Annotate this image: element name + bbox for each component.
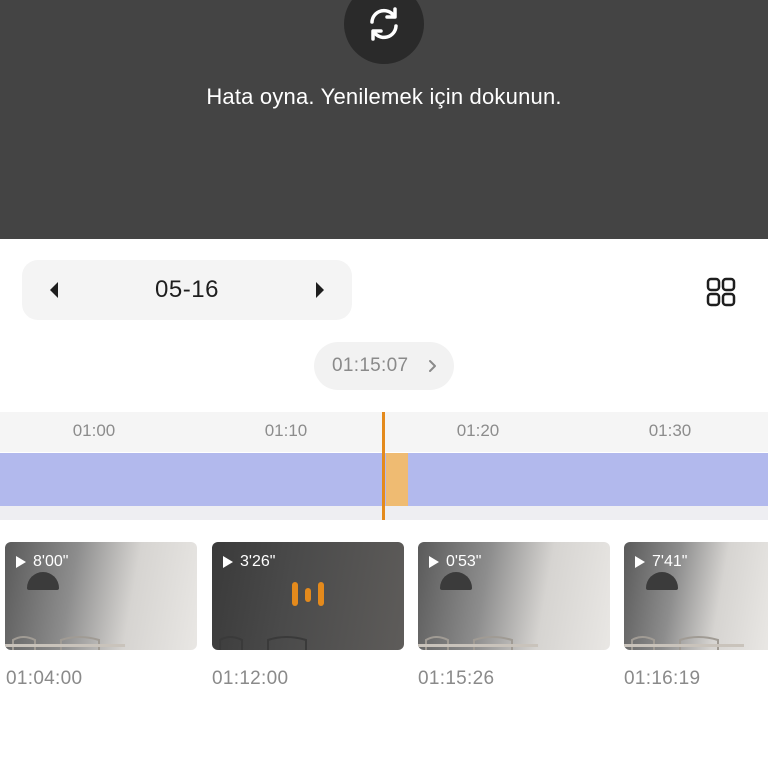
video-player[interactable]: Hata oyna. Yenilemek için dokunun.	[0, 0, 768, 239]
date-selector: 05-16	[22, 260, 352, 320]
clip-duration: 7'41"	[634, 553, 687, 571]
play-icon	[635, 556, 645, 568]
timeline[interactable]: 01:00 01:10 01:20 01:30	[0, 412, 768, 520]
play-icon	[429, 556, 439, 568]
selected-segment[interactable]	[386, 453, 408, 506]
playhead[interactable]	[382, 412, 385, 520]
clip-card[interactable]: 7'41"	[624, 542, 768, 650]
clip-card-active[interactable]: 3'26"	[212, 542, 404, 650]
error-message[interactable]: Hata oyna. Yenilemek için dokunun.	[0, 84, 768, 110]
clip-duration-text: 7'41"	[652, 553, 688, 570]
next-day-button[interactable]	[306, 276, 334, 304]
refresh-icon	[370, 7, 398, 41]
selected-date[interactable]: 05-16	[82, 260, 292, 320]
table-shape	[624, 636, 744, 650]
grid-icon	[706, 277, 736, 307]
current-time-button[interactable]: 01:15:07	[314, 342, 454, 390]
chevron-right-icon	[429, 360, 436, 372]
play-icon	[16, 556, 26, 568]
timeline-tick: 01:30	[648, 421, 692, 440]
refresh-button[interactable]	[344, 0, 424, 64]
table-shape	[418, 636, 538, 650]
clip-duration-text: 3'26"	[240, 553, 276, 570]
clip-duration: 0'53"	[428, 553, 481, 571]
timeline-tick: 01:10	[264, 421, 308, 440]
timeline-tick: 01:20	[456, 421, 500, 440]
current-time-label: 01:15:07	[332, 355, 409, 376]
clip-card[interactable]: 0'53"	[418, 542, 610, 650]
clip-start-time: 01:04:00	[6, 668, 83, 689]
clip-duration-text: 8'00"	[33, 553, 69, 570]
table-shape	[219, 636, 307, 650]
clip-start-time: 01:16:19	[624, 668, 701, 689]
timeline-tick: 01:00	[72, 421, 116, 440]
clip-duration-text: 0'53"	[446, 553, 482, 570]
grid-view-button[interactable]	[704, 275, 738, 309]
clip-duration: 3'26"	[222, 553, 275, 571]
clip-start-time: 01:15:26	[418, 668, 495, 689]
previous-day-button[interactable]	[40, 276, 68, 304]
clip-duration: 8'00"	[15, 553, 68, 571]
clip-start-time: 01:12:00	[212, 668, 289, 689]
play-icon	[223, 556, 233, 568]
table-shape	[5, 636, 125, 650]
clip-card[interactable]: 8'00"	[5, 542, 197, 650]
triangle-right-icon	[316, 282, 324, 298]
triangle-left-icon	[50, 282, 58, 298]
playing-indicator-icon	[292, 582, 324, 606]
